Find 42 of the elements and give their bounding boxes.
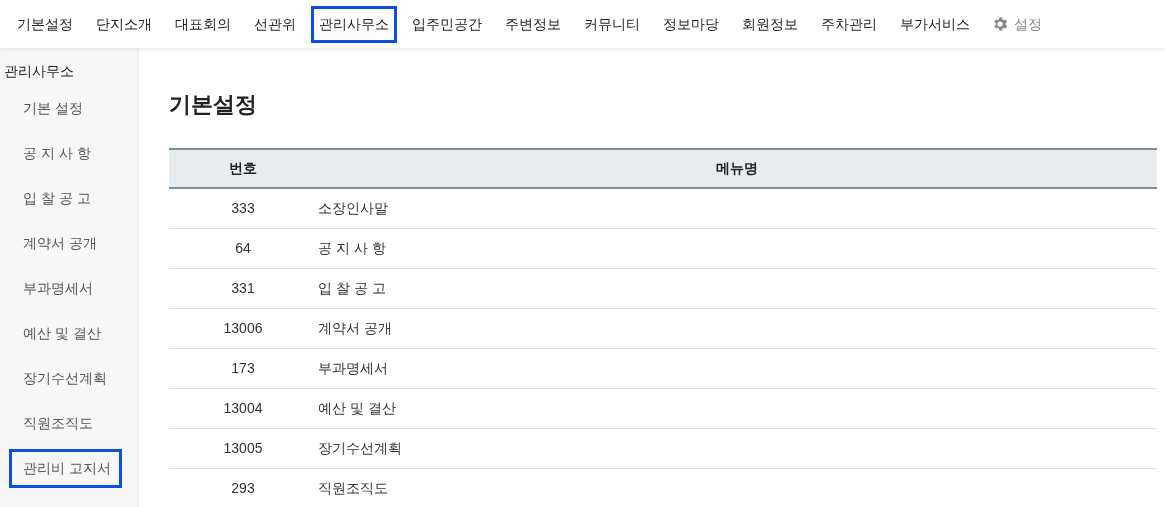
sidebar-item[interactable]: 계약서 공개 [9,224,108,263]
nav-link[interactable]: 단지소개 [88,5,160,43]
table-cell-text: 소장인사말 [317,199,388,218]
table-cell-text: 예산 및 결산 [317,399,396,418]
sidebar-item[interactable]: 부과명세서 [9,269,104,308]
table-cell-text: 293 [230,479,256,498]
nav-link[interactable]: 회원정보 [734,5,806,43]
sidebar-item[interactable]: 직원조직도 [9,404,104,443]
nav-link[interactable]: 주차관리 [813,5,885,43]
column-header: 메뉴명 [715,159,759,178]
sidebar-item[interactable]: 공 지 사 항 [9,134,102,173]
table-cell-text: 입 찰 공 고 [317,279,386,298]
table-cell-text: 계약서 공개 [317,319,392,338]
table-cell-text: 공 지 사 항 [317,239,386,258]
nav-link[interactable]: 부가서비스 [892,5,978,43]
sidebar-item[interactable]: 관리비 고지서 [9,449,122,488]
nav-link[interactable]: 정보마당 [655,5,727,43]
table-cell-text: 13005 [222,439,264,458]
table-cell-text: 64 [234,239,252,258]
table-cell-text: 13006 [222,319,264,338]
table-cell-text: 333 [230,199,256,218]
nav-link[interactable]: 관리사무소 [311,5,397,43]
table-cell-text: 173 [230,359,256,378]
table-cell-text: 직원조직도 [317,479,388,498]
sidebar-item[interactable]: 장기수선계획 [9,359,118,398]
table-cell-text: 13004 [222,399,264,418]
sidebar-title: 관리사무소 [3,62,75,81]
sidebar-item[interactable]: 예산 및 결산 [9,314,112,353]
sidebar-item[interactable]: 기본 설정 [9,89,94,128]
table-cell-text: 부과명세서 [317,359,388,378]
nav-link[interactable]: 주변정보 [497,5,569,43]
sidebar-item[interactable]: 입 찰 공 고 [9,179,102,218]
nav-link[interactable]: 커뮤니티 [576,5,648,43]
table-cell-text: 장기수선계획 [317,439,402,458]
settings-link[interactable]: 설정 [985,13,1048,35]
nav-link[interactable]: 선관위 [246,5,304,43]
column-header: 번호 [228,159,258,178]
nav-link[interactable]: 입주민공간 [404,5,490,43]
nav-link[interactable]: 대표회의 [167,5,239,43]
page-title: 기본설정 [169,91,258,119]
nav-link[interactable]: 기본설정 [9,5,81,43]
table-cell-text: 331 [230,279,256,298]
